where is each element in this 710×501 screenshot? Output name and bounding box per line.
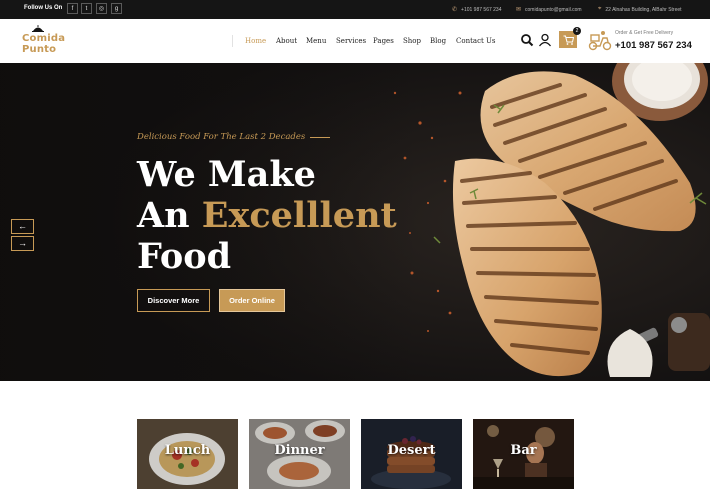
tagline-divider bbox=[310, 136, 331, 138]
category-card-dinner[interactable]: Dinner bbox=[249, 419, 350, 489]
nav-home[interactable]: Home bbox=[245, 37, 266, 45]
nav-shop[interactable]: Shop bbox=[403, 37, 421, 45]
site-logo[interactable]: Comida Punto bbox=[22, 25, 78, 57]
category-label-desert: Desert bbox=[387, 443, 436, 458]
hero-tagline-text: Delicious Food For The Last 2 Decades bbox=[137, 132, 306, 142]
nav-blog[interactable]: Blog bbox=[430, 37, 446, 45]
shopping-cart-icon bbox=[563, 35, 574, 45]
delivery-phone[interactable]: +101 987 567 234 bbox=[615, 40, 692, 51]
nav-pages[interactable]: Pages bbox=[373, 37, 394, 45]
hero-slider: ← → Delicious Food For The Last 2 Decade… bbox=[0, 63, 710, 381]
arrow-right-icon: → bbox=[18, 238, 27, 248]
cloche-logo-icon bbox=[32, 25, 44, 32]
order-online-button[interactable]: Order Online bbox=[219, 289, 285, 312]
phone-icon: ✆ bbox=[452, 7, 458, 13]
category-label-dinner: Dinner bbox=[274, 443, 325, 458]
google-plus-icon[interactable]: g bbox=[111, 3, 122, 14]
logo-line-1: Comida bbox=[22, 33, 66, 44]
delivery-label: Order & Get Free Delivery bbox=[615, 30, 674, 36]
headline-accent: Excelllent bbox=[201, 195, 397, 236]
site-header: Comida Punto Home About Menu Services Pa… bbox=[0, 19, 710, 63]
follow-us-label: Follow Us On bbox=[24, 5, 63, 11]
nav-divider bbox=[232, 35, 233, 47]
category-label-lunch: Lunch bbox=[164, 443, 211, 458]
category-label-bar: Bar bbox=[510, 443, 537, 458]
search-icon[interactable] bbox=[520, 33, 534, 47]
top-bar: Follow Us On f t ◎ g ✆ +101 987 567 234 … bbox=[0, 0, 710, 19]
instagram-icon[interactable]: ◎ bbox=[96, 3, 107, 14]
discover-more-button[interactable]: Discover More bbox=[137, 289, 210, 312]
hero-headline-line-1: We Make bbox=[137, 154, 316, 195]
cart-count-badge: 2 bbox=[573, 27, 581, 35]
next-slide-button[interactable]: → bbox=[11, 236, 34, 251]
nav-menu[interactable]: Menu bbox=[306, 37, 326, 45]
category-card-desert[interactable]: Desert bbox=[361, 419, 462, 489]
hero-headline-line-3: Food bbox=[137, 236, 232, 277]
arrow-left-icon: ← bbox=[18, 221, 27, 231]
category-card-lunch[interactable]: Lunch bbox=[137, 419, 238, 489]
headline-prefix: An bbox=[137, 195, 190, 236]
top-phone[interactable]: ✆ +101 987 567 234 bbox=[452, 6, 502, 14]
top-email-text: comidapunto@gmail.com bbox=[525, 6, 582, 13]
category-card-bar[interactable]: Bar bbox=[473, 419, 574, 489]
map-pin-icon: ⌖ bbox=[598, 6, 602, 12]
prev-slide-button[interactable]: ← bbox=[11, 219, 34, 234]
nav-about[interactable]: About bbox=[276, 37, 297, 45]
logo-line-2: Punto bbox=[22, 44, 57, 55]
facebook-icon[interactable]: f bbox=[67, 3, 78, 14]
top-address-text: 22 Alnahas Building, AlBahr Street bbox=[605, 6, 682, 13]
delivery-scooter-icon bbox=[588, 31, 612, 51]
nav-services[interactable]: Services bbox=[336, 37, 366, 45]
hero-tagline: Delicious Food For The Last 2 Decades bbox=[137, 132, 331, 142]
user-icon[interactable] bbox=[538, 33, 552, 47]
top-phone-text: +101 987 567 234 bbox=[461, 6, 502, 13]
top-email[interactable]: ✉ comidapunto@gmail.com bbox=[516, 6, 582, 14]
nav-contact-us[interactable]: Contact Us bbox=[456, 37, 496, 45]
top-address: ⌖ 22 Alnahas Building, AlBahr Street bbox=[598, 6, 682, 13]
hero-headline-line-2: An Excelllent bbox=[137, 198, 397, 233]
twitter-icon[interactable]: t bbox=[81, 3, 92, 14]
envelope-icon: ✉ bbox=[516, 7, 522, 13]
